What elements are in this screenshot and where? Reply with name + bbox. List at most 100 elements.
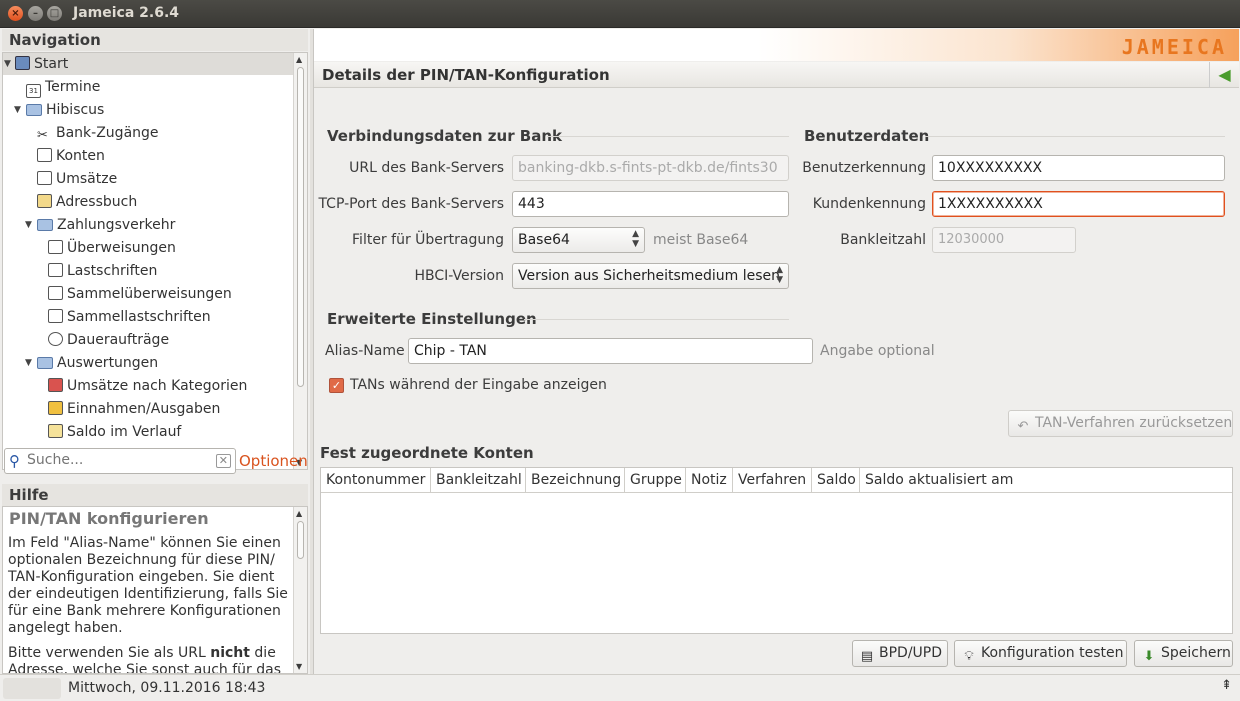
page-title: Details der PIN/TAN-Konfiguration [322, 66, 610, 84]
hbci-select-value: Version aus Sicherheitsmedium lesen [518, 268, 781, 284]
url-field: banking-dkb.s-fints-pt-dkb.de/fints30 [512, 155, 789, 181]
search-options-link[interactable]: Optionen [239, 452, 308, 470]
column-header[interactable]: Bankleitzahl [431, 468, 526, 493]
port-label: TCP-Port des Bank-Servers [318, 196, 504, 212]
userid-label: Benutzerkennung [802, 160, 926, 176]
test-configuration-button[interactable]: 💡︎ Konfiguration testen [954, 640, 1127, 667]
blz-field: 12030000 [932, 227, 1076, 253]
status-progress-box [3, 678, 61, 699]
column-header[interactable]: Notiz [686, 468, 733, 493]
nav-item-umsaetze[interactable]: Umsätze [37, 168, 117, 190]
nav-item-sammellastschriften[interactable]: Sammellastschriften [48, 306, 211, 328]
column-header[interactable]: Saldo aktualisiert am [860, 468, 1232, 493]
advanced-section-header: Erweiterte Einstellungen [327, 310, 537, 328]
nav-item-lastschriften[interactable]: Lastschriften [48, 260, 157, 282]
user-section-header: Benutzerdaten [804, 127, 930, 145]
nav-item-adressbuch[interactable]: Adressbuch [37, 191, 137, 213]
window-title: Jameica 2.6.4 [73, 5, 180, 21]
expand-toggle-icon[interactable]: ▼ [14, 99, 21, 121]
column-header[interactable]: Bezeichnung [526, 468, 625, 493]
table-header: Kontonummer Bankleitzahl Bezeichnung Gru… [321, 468, 1232, 493]
maximize-window-button[interactable]: □ [47, 6, 62, 21]
nav-item-label: Umsätze [56, 171, 118, 187]
nav-item-einnahmen-ausgaben[interactable]: Einnahmen/Ausgaben [48, 398, 220, 420]
help-emphasis: nicht [210, 645, 250, 661]
scrollbar-thumb[interactable] [297, 67, 304, 387]
filter-select[interactable]: Base64 ▲ ▼ [512, 227, 645, 253]
nav-item-dauerauftraege[interactable]: Daueraufträge [48, 329, 169, 351]
show-tan-label[interactable]: TANs während der Eingabe anzeigen [350, 372, 607, 398]
help-scrollbar[interactable]: ▲ ▼ [293, 507, 307, 673]
nav-item-konten[interactable]: Konten [37, 145, 105, 167]
nav-item-sammelueberweisungen[interactable]: Sammelüberweisungen [48, 283, 232, 305]
show-tan-checkbox[interactable]: ✓ [329, 378, 344, 393]
spinner-arrows-icon: ▲ ▼ [776, 265, 783, 285]
clear-search-icon[interactable]: ✕ [215, 454, 231, 468]
accounts-table[interactable]: Kontonummer Bankleitzahl Bezeichnung Gru… [320, 467, 1233, 634]
undo-icon: ↶ [1017, 419, 1029, 434]
money-icon [48, 401, 63, 415]
column-header[interactable]: Kontonummer [321, 468, 431, 493]
nav-item-ueberweisungen[interactable]: Überweisungen [48, 237, 176, 259]
button-label: BPD/UPD [879, 645, 943, 661]
nav-item-label: Lastschriften [67, 263, 158, 279]
minimize-window-button[interactable]: – [28, 6, 43, 21]
expand-toggle-icon[interactable]: ▼ [25, 352, 32, 374]
column-header[interactable]: Gruppe [625, 468, 686, 493]
search-box[interactable]: ⚲ ✕ [4, 448, 236, 474]
bpd-upd-button[interactable]: ▤ BPD/UPD [852, 640, 948, 667]
scrollbar-thumb[interactable] [297, 521, 304, 559]
url-label: URL des Bank-Servers [349, 160, 504, 176]
save-button[interactable]: ⬇ Speichern [1134, 640, 1233, 667]
column-header[interactable]: Verfahren [733, 468, 812, 493]
reset-tan-button[interactable]: ↶ TAN-Verfahren zurücksetzen [1008, 410, 1233, 437]
nav-item-label: Start [34, 56, 69, 72]
scroll-up-icon[interactable]: ▲ [296, 509, 302, 518]
port-field[interactable]: 443 [512, 191, 789, 217]
folder-icon [37, 357, 53, 369]
addressbook-icon [37, 194, 52, 208]
nav-item-label: Bank-Zugänge [56, 125, 159, 141]
expand-log-icon[interactable]: ⇞ [1221, 678, 1232, 693]
nav-item-label: Zahlungsverkehr [57, 217, 176, 233]
help-title: PIN/TAN konfigurieren [9, 509, 209, 528]
close-window-button[interactable]: × [8, 6, 23, 21]
nav-item-auswertungen[interactable]: Auswertungen [37, 352, 158, 374]
column-header[interactable]: Saldo [812, 468, 860, 493]
alias-field[interactable]: Chip - TAN [408, 338, 813, 364]
status-datetime: Mittwoch, 09.11.2016 18:43 [68, 680, 266, 696]
account-icon [37, 148, 52, 162]
title-bar: × – □ Jameica 2.6.4 [0, 0, 1240, 28]
customer-label: Kundenkennung [812, 196, 926, 212]
expand-toggle-icon[interactable]: ▼ [4, 53, 11, 75]
hbci-select[interactable]: Version aus Sicherheitsmedium lesen ▲ ▼ [512, 263, 789, 289]
nav-item-umsaetze-nach-kategorien[interactable]: Umsätze nach Kategorien [48, 375, 247, 397]
nav-item-termine[interactable]: 31 Termine [26, 76, 100, 98]
nav-item-bank-zugaenge[interactable]: ✂ Bank-Zugänge [37, 122, 159, 144]
nav-item-start[interactable]: Start [15, 53, 68, 75]
help-paragraph: Im Feld "Alias-Name" können Sie einen op… [8, 535, 288, 636]
help-panel: PIN/TAN konfigurieren Im Feld "Alias-Nam… [2, 506, 308, 674]
batch-transfer-icon [48, 286, 63, 300]
section-divider [547, 136, 789, 137]
search-input[interactable] [27, 452, 207, 468]
back-arrow-icon[interactable]: ◀ [1209, 62, 1239, 88]
accounts-section-header: Fest zugeordnete Konten [320, 444, 534, 462]
search-icon: ⚲ [9, 452, 20, 470]
scroll-up-icon[interactable]: ▲ [296, 55, 302, 64]
connection-section-header: Verbindungsdaten zur Bank [327, 127, 563, 145]
navigation-scrollbar[interactable]: ▲ ▼ [293, 53, 307, 469]
button-label: Speichern [1161, 645, 1231, 661]
nav-item-zahlungsverkehr[interactable]: Zahlungsverkehr [37, 214, 175, 236]
userid-field[interactable]: 10XXXXXXXXX [932, 155, 1225, 181]
nav-item-label: Saldo im Verlauf [67, 424, 182, 440]
document-icon: ▤ [860, 649, 874, 664]
customer-field[interactable]: 1XXXXXXXXXX [932, 191, 1225, 217]
nav-item-label: Überweisungen [67, 240, 176, 256]
scroll-down-icon[interactable]: ▼ [296, 662, 302, 671]
nav-item-saldo-im-verlauf[interactable]: Saldo im Verlauf [48, 421, 181, 443]
nav-item-hibiscus[interactable]: Hibiscus [26, 99, 104, 121]
transfer-icon [48, 240, 63, 254]
expand-toggle-icon[interactable]: ▼ [25, 214, 32, 236]
nav-item-label: Umsätze nach Kategorien [67, 378, 248, 394]
